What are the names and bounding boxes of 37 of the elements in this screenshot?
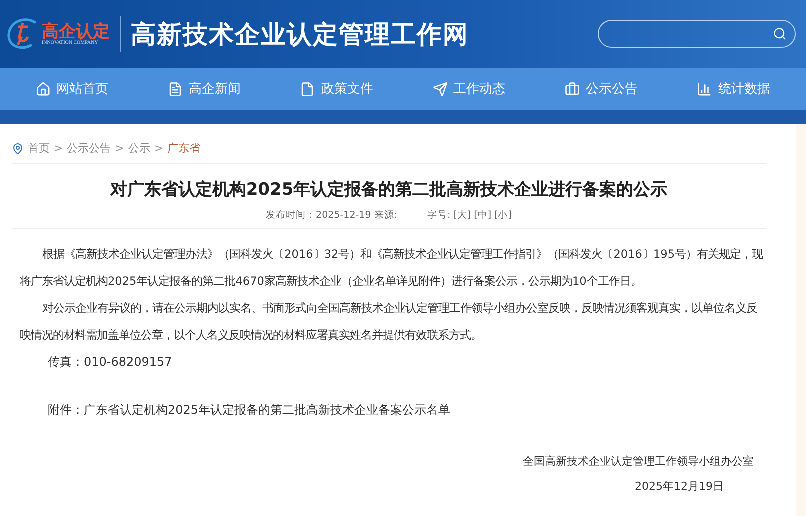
nav-item[interactable]: 网站首页 (36, 80, 109, 98)
nav-item[interactable]: 统计数据 (697, 80, 770, 98)
home-icon (36, 82, 51, 96)
publish-date: 2025年12月19日 (635, 479, 724, 495)
font-size-label: 字号: (427, 209, 451, 222)
fax-number: 传真：010-68209157 (48, 354, 174, 371)
paper-plane-icon (432, 82, 448, 96)
attachment-link[interactable]: 广东省认定机构2025年认定报备的第二批高新技术企业备案公示名单 (84, 402, 451, 419)
font-size-link[interactable]: [大] (454, 209, 472, 222)
article-paragraph: 对公示企业有异议的，请在公示期内以实名、书面形式向全国高新技术企业认定管理工作领导小组办公室反映，反映情况须客观真实，以单位名义反映情况的材料需加盖单位公章，以个人名义反映情况的材料应署真实姓名并提供有效联系方式。 (19, 301, 759, 344)
breadcrumb-link[interactable]: 公示 (128, 141, 150, 156)
breadcrumb-separator: > (154, 142, 164, 155)
search-icon (773, 27, 787, 41)
briefcase-icon (564, 82, 580, 96)
publish-info: 发布时间：2025-12-19 来源: (266, 209, 398, 222)
file-icon (300, 82, 316, 96)
breadcrumb-separator: > (115, 142, 124, 155)
breadcrumb-link[interactable]: 广东省 (168, 141, 201, 156)
breadcrumb-separator: > (54, 142, 64, 155)
article-title: 对广东省认定机构2025年认定报备的第二批高新技术企业进行备案的公示 (109, 179, 669, 201)
font-size-link[interactable]: [小] (494, 209, 512, 222)
logo-text: 高企认定 (42, 22, 110, 40)
font-size-link[interactable]: [中] (474, 209, 492, 222)
article-paragraph: 根据《高新技术企业认定管理办法》（国科发火〔2016〕32号）和《高新技术企业认定管理工作指引》（国科发火〔2016〕195号）有关规定，现将广东省认定机构2025年认定报备的第二批4670家高新技术企业（企业名单详见附件）进行备案公示，公示期为10个工作日。 (19, 247, 764, 290)
nav-item[interactable]: 公示公告 (564, 80, 638, 98)
attachment-label: 附件： (48, 402, 84, 419)
breadcrumb-link[interactable]: 公示公告 (67, 141, 112, 156)
signature: 全国高新技术企业认定管理工作领导小组办公室 (523, 454, 754, 470)
nav-item[interactable]: 高企新闻 (168, 80, 241, 98)
nav-item[interactable]: 政策文件 (300, 80, 374, 98)
location-pin-icon (12, 142, 24, 154)
nav-item[interactable]: 工作动态 (432, 80, 506, 98)
document-icon (168, 82, 183, 96)
site-title: 高新技术企业认定管理工作网 (131, 20, 470, 50)
breadcrumb-link[interactable]: 首页 (28, 141, 50, 156)
bar-chart-icon (697, 82, 712, 96)
search-field[interactable] (598, 20, 796, 48)
